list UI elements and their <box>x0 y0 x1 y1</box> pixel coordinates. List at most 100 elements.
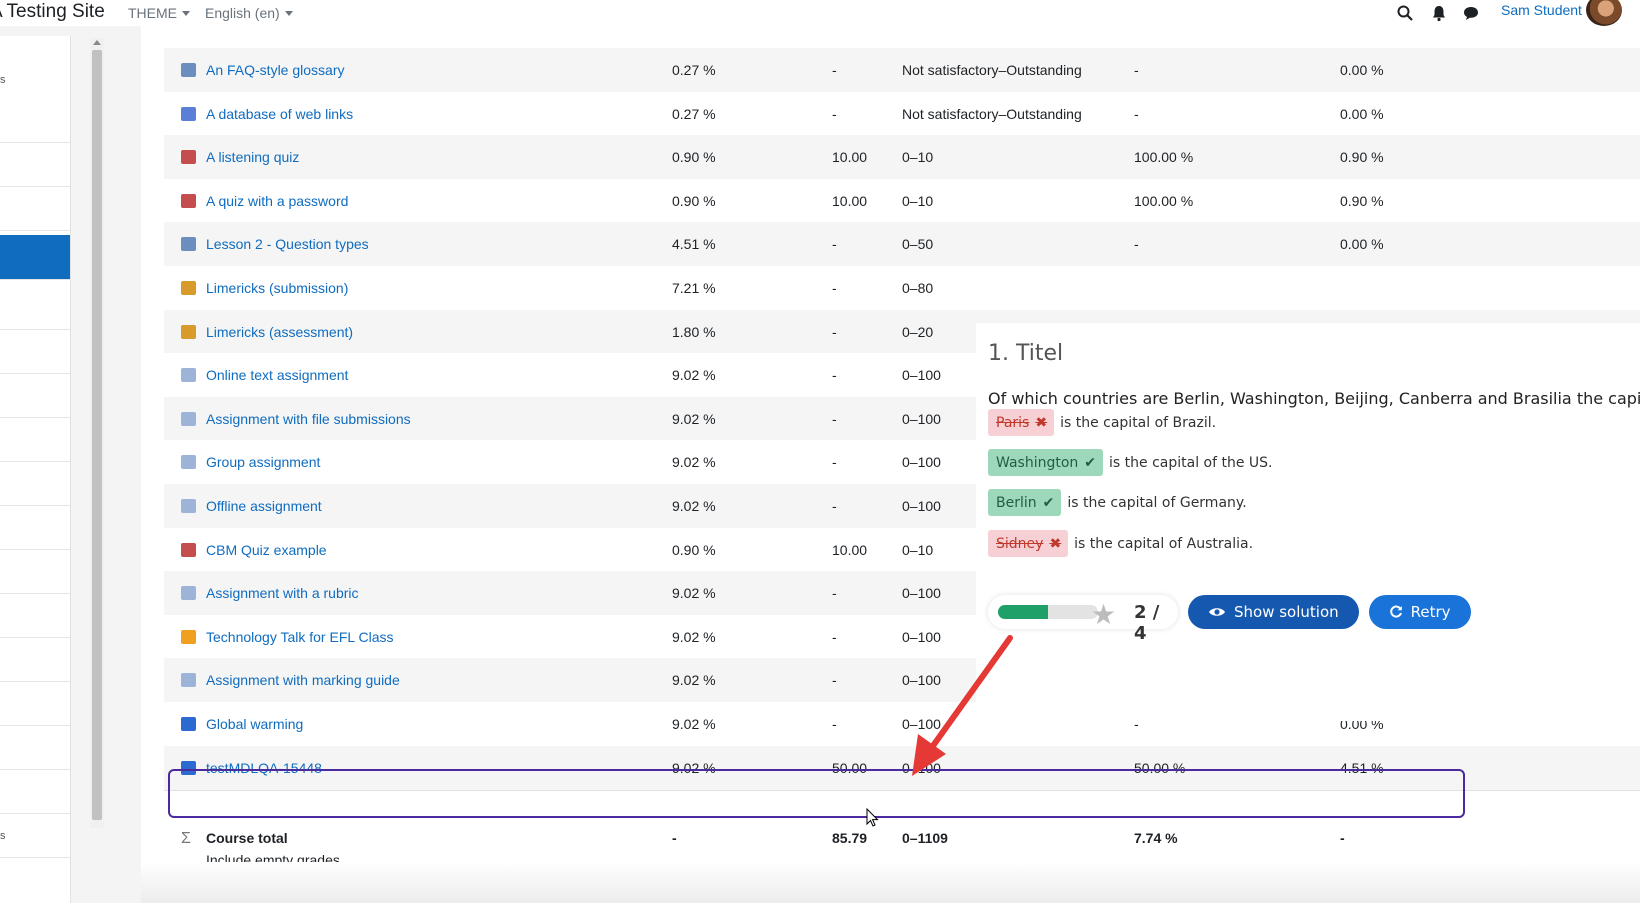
table-row: Limericks (submission) 7.21 % - 0–80 <box>164 266 1640 311</box>
drawer-item[interactable] <box>0 505 70 550</box>
drawer-item[interactable] <box>0 461 70 506</box>
cell-weight: 7.21 % <box>672 280 716 296</box>
drawer-item-label: s <box>0 74 6 86</box>
drawer-item[interactable] <box>0 373 70 418</box>
user-menu-name[interactable]: Sam Student <box>1501 2 1582 18</box>
grade-item-link[interactable]: A database of web links <box>206 92 353 137</box>
answer-chip-correct[interactable]: Berlin ✔ <box>988 489 1062 516</box>
drawer-item[interactable] <box>0 549 70 594</box>
course-total-weight: - <box>672 830 677 846</box>
drawer-item[interactable] <box>0 186 70 231</box>
answer-text: Washington <box>996 454 1079 471</box>
grade-item-link[interactable]: Limericks (assessment) <box>206 310 353 355</box>
h5p-question-title: 1. Titel <box>988 341 1064 366</box>
cell-weight: 9.02 % <box>672 454 716 471</box>
cross-icon: ✖ <box>1049 535 1062 552</box>
course-total-contribution: - <box>1340 830 1345 846</box>
grade-item-link[interactable]: A listening quiz <box>206 135 299 180</box>
search-icon[interactable] <box>1396 4 1414 22</box>
cell-percentage: 100.00 % <box>1134 192 1194 209</box>
drawer-item[interactable] <box>0 725 70 770</box>
cell-percentage: 100.00 % <box>1134 149 1194 166</box>
grade-item-link[interactable]: A quiz with a password <box>206 179 348 224</box>
retry-icon <box>1389 605 1402 618</box>
cell-grade: - <box>832 628 837 645</box>
cell-range: 0–100 <box>902 410 941 427</box>
workshop-icon <box>181 324 196 339</box>
grade-item-link[interactable]: Assignment with marking guide <box>206 658 400 703</box>
cell-weight: 9.02 % <box>672 628 716 645</box>
lesson-icon <box>181 237 196 252</box>
drawer-item[interactable] <box>0 813 70 858</box>
cell-grade: - <box>832 454 837 471</box>
retry-button[interactable]: Retry <box>1368 595 1471 629</box>
cell-percentage: - <box>1134 62 1139 78</box>
notifications-bell-icon[interactable] <box>1430 4 1448 22</box>
drawer-item[interactable] <box>0 593 70 638</box>
external-tool-icon <box>181 629 196 644</box>
language-menu[interactable]: English (en) <box>205 5 293 21</box>
grade-item-link[interactable]: Lesson 2 - Question types <box>206 222 369 267</box>
answer-text: Berlin <box>996 494 1037 511</box>
mouse-cursor-icon <box>866 808 879 827</box>
h5p-footer: ★ 2 / 4 Show solution Retry <box>988 595 1471 644</box>
cell-weight: 9.02 % <box>672 498 716 514</box>
grade-item-link[interactable]: Limericks (submission) <box>206 266 348 311</box>
drawer-item[interactable] <box>0 637 70 682</box>
show-solution-button[interactable]: Show solution <box>1188 595 1359 629</box>
quiz-icon <box>181 193 196 208</box>
chevron-down-icon <box>284 10 293 16</box>
answer-chip-wrong[interactable]: Paris ✖ <box>988 409 1055 436</box>
cell-grade: - <box>832 236 837 253</box>
sigma-icon: Σ <box>181 830 191 847</box>
cell-weight: 0.27 % <box>672 62 716 78</box>
avatar[interactable] <box>1586 0 1622 26</box>
star-icon: ★ <box>1091 598 1117 631</box>
theme-menu[interactable]: THEME <box>128 5 190 21</box>
cell-grade: 10.00 <box>832 149 868 166</box>
grade-item-link[interactable]: Assignment with file submissions <box>206 397 411 442</box>
cell-grade: - <box>832 410 837 427</box>
table-row: A listening quiz 0.90 % 10.00 0–10 100.00 % 0… <box>164 135 1640 181</box>
grade-item-link[interactable]: Offline assignment <box>206 484 322 529</box>
cell-range: 0–80 <box>902 280 934 296</box>
answer-chip-wrong[interactable]: Sidney ✖ <box>988 530 1069 557</box>
h5p-answer-line: Washington ✔ is the capital of the US. <box>988 449 1273 476</box>
score-progress-bar <box>998 605 1098 619</box>
grade-item-link[interactable]: Global warming <box>206 702 303 747</box>
drawer-item[interactable] <box>0 329 70 374</box>
grade-item-link[interactable]: Assignment with a rubric <box>206 571 359 616</box>
database-icon <box>181 106 196 121</box>
messages-chat-icon[interactable] <box>1462 4 1480 22</box>
cell-range: 0–20 <box>902 323 934 340</box>
answer-sentence: is the capital of Australia. <box>1074 535 1254 552</box>
answer-chip-correct[interactable]: Washington ✔ <box>988 449 1104 476</box>
grade-item-link[interactable]: Technology Talk for EFL Class <box>206 615 394 660</box>
drawer-scrollbar-thumb[interactable] <box>92 50 102 820</box>
cell-grade: - <box>832 367 837 384</box>
drawer-item[interactable] <box>0 98 70 143</box>
drawer-item[interactable] <box>0 142 70 187</box>
scroll-up-arrow-icon[interactable] <box>93 40 101 45</box>
h5p-answer-line: Berlin ✔ is the capital of Germany. <box>988 489 1247 516</box>
course-total-label: Course total <box>206 830 288 846</box>
drawer-item[interactable] <box>0 285 70 330</box>
cell-range: 0–100 <box>902 454 941 471</box>
drawer-item[interactable] <box>0 417 70 462</box>
cell-grade: - <box>832 498 837 514</box>
grade-item-link[interactable]: Online text assignment <box>206 353 348 398</box>
drawer-item[interactable] <box>0 769 70 814</box>
cell-range: 0–100 <box>902 367 941 384</box>
answer-text: Paris <box>996 414 1030 431</box>
cell-contribution: 0.90 % <box>1340 149 1384 166</box>
grade-item-link[interactable]: An FAQ-style glossary <box>206 48 345 93</box>
top-navbar: A Testing Site THEME English (en) Sam St… <box>0 0 1640 26</box>
language-menu-label: English (en) <box>205 5 280 21</box>
drawer-item[interactable] <box>0 681 70 726</box>
theme-menu-label: THEME <box>128 5 177 21</box>
answer-sentence: is the capital of the US. <box>1109 454 1273 471</box>
site-name[interactable]: A Testing Site <box>0 1 105 23</box>
grade-item-link[interactable]: CBM Quiz example <box>206 528 327 573</box>
grade-item-link[interactable]: Group assignment <box>206 440 320 485</box>
drawer-item-active[interactable] <box>0 235 70 280</box>
